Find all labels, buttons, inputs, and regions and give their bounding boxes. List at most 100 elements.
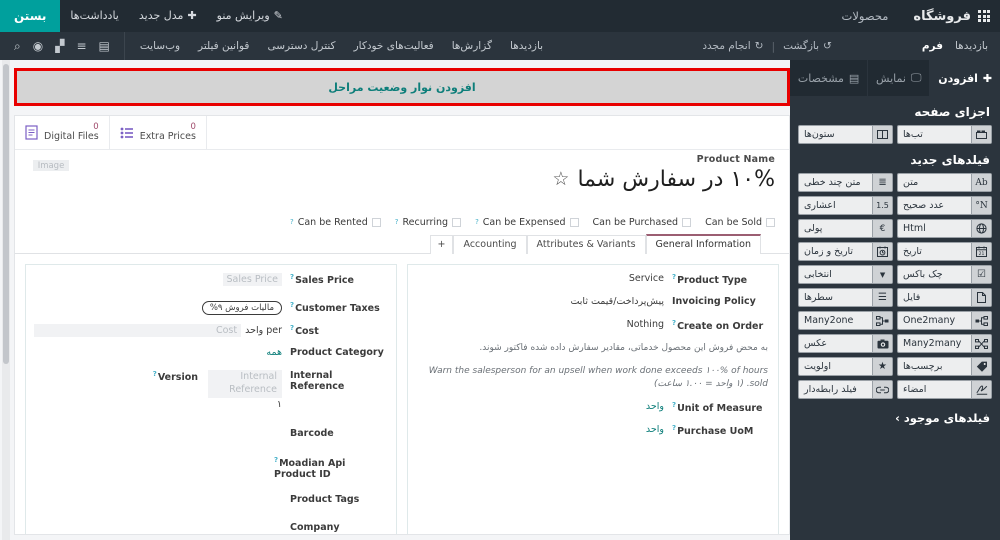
star-icon: ★ [872, 358, 892, 375]
sidebar-item-access-control[interactable]: کنترل دسترسی [258, 32, 344, 60]
checkbox-can-be-sold[interactable]: Can be Sold [705, 217, 775, 228]
studio-edit-menu-button[interactable]: ✎ ویرایش منو [207, 0, 293, 32]
help-tooltip-icon[interactable]: ? [290, 273, 294, 281]
field-type-file[interactable]: فایل [897, 288, 992, 307]
internal-reference-input[interactable]: Internal Reference [208, 370, 282, 398]
field-value-product-category[interactable]: همه [34, 347, 284, 358]
tab-accounting[interactable]: Accounting [453, 235, 527, 254]
studio-notes-button[interactable]: یادداشت‌ها [60, 0, 128, 32]
help-tooltip-icon[interactable]: ? [672, 273, 676, 281]
field-type-html[interactable]: Html [897, 219, 992, 238]
checkbox-input[interactable] [371, 217, 381, 227]
field-type-related-field[interactable]: فیلد رابطه‌دار [798, 380, 893, 399]
app-root: فروشگاه محصولات ✎ ویرایش منو ✚ مدل جدید … [0, 0, 1000, 540]
add-statusbar-dropzone[interactable]: افزودن نوار وضعیت مراحل [14, 68, 790, 106]
menu-item-products[interactable]: محصولات [831, 0, 900, 32]
help-tooltip-icon[interactable]: ? [672, 401, 676, 409]
sidebar-item-website[interactable]: وب‌سایت [131, 32, 189, 60]
tab-display[interactable]: 🖵 نمایش [867, 60, 929, 96]
field-value-create-on-order[interactable]: Nothing [416, 319, 666, 330]
studio-toolbar: ✎ ویرایش منو ✚ مدل جدید یادداشت‌ها [60, 0, 292, 32]
help-tooltip-icon[interactable]: ? [475, 218, 479, 226]
checkbox-input[interactable] [766, 217, 775, 227]
app-brand[interactable]: فروشگاه [899, 0, 1000, 32]
product-name-value[interactable]: ۱۰% در سفارش شما [577, 167, 775, 192]
component-columns[interactable]: ستون‌ها [798, 125, 893, 144]
sidebar-item-filter-rules[interactable]: قوانین فیلتر [189, 32, 258, 60]
checkbox-input[interactable] [682, 217, 692, 227]
product-image-placeholder[interactable]: Image [33, 160, 69, 171]
field-value-unit-of-measure[interactable]: واحد [416, 401, 666, 412]
breadcrumb-views[interactable]: بازدیدها [955, 40, 988, 52]
breadcrumb-form[interactable]: فرم [922, 40, 943, 52]
tag-sales-tax[interactable]: مالیات فروش ۹% [201, 301, 282, 315]
list-view-icon[interactable]: ≡ [76, 32, 86, 60]
sidebar-item-automations[interactable]: فعالیت‌های خودکار [345, 32, 443, 60]
help-tooltip-icon[interactable]: ? [274, 456, 278, 464]
field-type-many2many[interactable]: Many2many [897, 334, 992, 353]
field-type-text[interactable]: Ab متن [897, 173, 992, 192]
field-type-monetary[interactable]: € پولی [798, 219, 893, 238]
workspace-scrollbar[interactable] [2, 60, 10, 540]
field-row-sales-price: ?Sales Price Sales Price [34, 273, 388, 287]
redo-button[interactable]: ↻ انجام مجدد [702, 40, 763, 52]
field-type-multiline-text[interactable]: ≣ متن چند خطی [798, 173, 893, 192]
field-value-product-type[interactable]: Service [416, 273, 666, 284]
field-type-checkbox[interactable]: ☑ چک باکس [897, 265, 992, 284]
field-value-invoicing-policy[interactable]: پیش‌پرداخت/قیمت ثابت [416, 296, 666, 307]
field-row-moadian-api-product-id: ?Moadian Api Product ID [34, 456, 388, 480]
help-tooltip-icon[interactable]: ? [290, 324, 294, 332]
field-type-lines[interactable]: ☰ سطرها [798, 288, 893, 307]
checkbox-can-be-purchased[interactable]: Can be Purchased [593, 217, 692, 228]
field-value-purchase-uom[interactable]: واحد [416, 424, 666, 435]
tab-attributes-variants[interactable]: Attributes & Variants [526, 235, 646, 254]
studio-close-button[interactable]: بستن [0, 0, 61, 32]
help-tooltip-icon[interactable]: ? [153, 370, 157, 378]
tab-add[interactable]: ✚ افزودن [929, 60, 1000, 96]
field-value-customer-taxes[interactable]: مالیات فروش ۹% [34, 301, 284, 315]
smart-button-extra-prices[interactable]: 0 Extra Prices [110, 116, 207, 149]
star-outline-icon[interactable]: ☆ [552, 170, 569, 189]
field-type-image[interactable]: عکس [798, 334, 893, 353]
checkbox-input[interactable] [569, 217, 579, 227]
help-tooltip-icon[interactable]: ? [672, 424, 676, 432]
field-type-many2one[interactable]: Many2one [798, 311, 893, 330]
tab-add-page[interactable]: + [429, 235, 454, 254]
cost-input[interactable]: Cost [34, 324, 242, 337]
sidebar-item-views[interactable]: بازدیدها [501, 32, 552, 60]
field-type-integer[interactable]: N° عدد صحیح [897, 196, 992, 215]
field-type-selection[interactable]: ▼ انتخابی [798, 265, 893, 284]
checkbox-input[interactable] [452, 217, 462, 227]
kanban-view-icon[interactable]: ▞ [55, 32, 64, 60]
scrollbar-thumb[interactable] [3, 64, 9, 364]
field-type-signature[interactable]: امضاء [897, 380, 992, 399]
field-value-sales-price[interactable]: Sales Price [34, 273, 284, 286]
field-type-datetime[interactable]: تاریخ و زمان [798, 242, 893, 261]
contact-card-icon[interactable]: ▤ [99, 32, 110, 60]
sidebar-item-reports[interactable]: گزارش‌ها [443, 32, 501, 60]
field-value-version[interactable]: ۱ [34, 399, 282, 410]
tab-properties[interactable]: ▤ مشخصات [790, 60, 867, 96]
help-tooltip-icon[interactable]: ? [290, 218, 294, 226]
field-type-priority[interactable]: ★ اولویت [798, 357, 893, 376]
activity-clock-icon[interactable]: ◉ [33, 32, 43, 60]
sales-price-input[interactable]: Sales Price [222, 273, 282, 286]
field-type-decimal[interactable]: 1.5 اعشاری [798, 196, 893, 215]
component-tabs[interactable]: تب‌ها [897, 125, 992, 144]
checkbox-recurring[interactable]: ? Recurring [395, 217, 462, 228]
checkbox-can-be-expensed[interactable]: ? Can be Expensed [475, 217, 579, 228]
studio-new-model-button[interactable]: ✚ مدل جدید [129, 0, 207, 32]
field-type-tags[interactable]: برچسب‌ها [897, 357, 992, 376]
smart-button-digital-files[interactable]: 0 Digital Files [15, 116, 110, 149]
field-type-one2many[interactable]: One2many [897, 311, 992, 330]
apps-grid-icon[interactable] [978, 10, 990, 22]
search-icon[interactable]: ⌕ [14, 32, 21, 60]
field-type-date[interactable]: 21 تاریخ [897, 242, 992, 261]
help-tooltip-icon[interactable]: ? [395, 218, 399, 226]
tab-general-information[interactable]: General Information [645, 234, 761, 254]
help-tooltip-icon[interactable]: ? [290, 301, 294, 309]
checkbox-can-be-rented[interactable]: ? Can be Rented [290, 217, 381, 228]
help-tooltip-icon[interactable]: ? [672, 319, 676, 327]
existing-fields-toggle[interactable]: فیلدهای موجود › [790, 399, 1000, 425]
undo-button[interactable]: ↺ بازگشت [783, 40, 832, 52]
